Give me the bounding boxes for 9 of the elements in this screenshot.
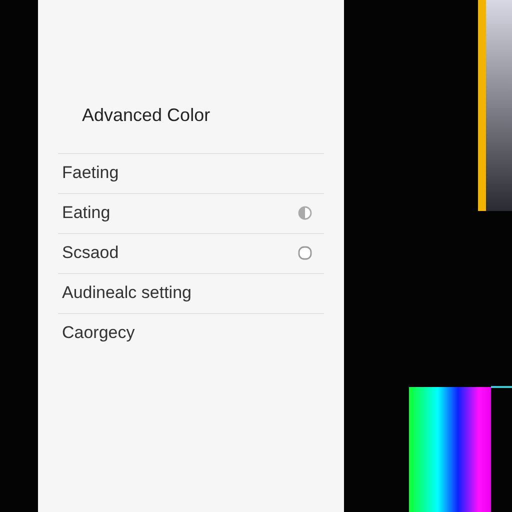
thin-line-drawing [491, 386, 512, 388]
setting-label[interactable]: Eating [62, 200, 110, 226]
setting-label[interactable]: Scsaod [62, 240, 119, 266]
setting-label[interactable]: Faeting [62, 160, 119, 186]
setting-label[interactable]: Caorgecy [62, 320, 135, 346]
half-circle-icon [298, 206, 312, 220]
panel-title: Advanced Color [81, 105, 212, 127]
setting-label[interactable]: Audinealc setting [62, 280, 192, 306]
rounded-square-icon [298, 246, 312, 260]
